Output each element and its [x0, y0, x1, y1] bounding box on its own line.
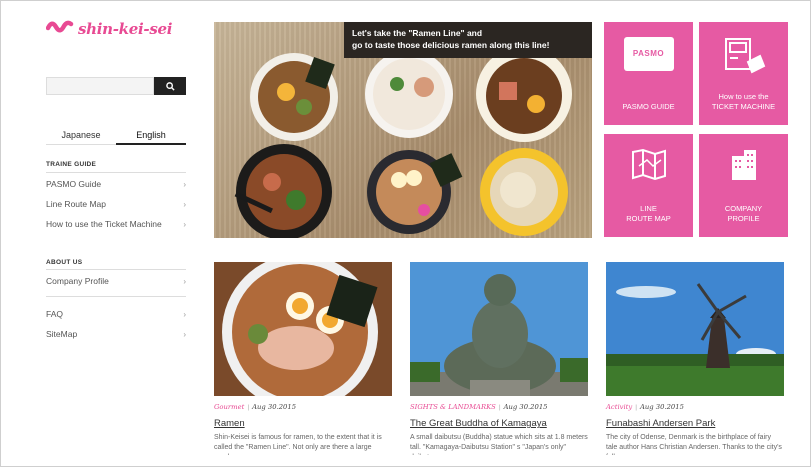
article-excerpt: Shin-Keisei is famous for ramen, to the … [214, 434, 382, 455]
chevron-right-icon: › [183, 329, 186, 339]
sidebar-item-label: Line Route Map [46, 199, 107, 209]
sidebar-item-pasmo-guide[interactable]: PASMO Guide › [46, 174, 186, 194]
article-meta: Gourmet | Aug 30.2015 [214, 403, 392, 411]
article-date: Aug 30.2015 [252, 403, 297, 411]
divider [46, 296, 186, 297]
article-category[interactable]: SIGHTS & LANDMARKS [410, 403, 496, 411]
hero-caption-line1: Let's take the "Ramen Line" and [352, 28, 483, 38]
pasmo-card-icon: PASMO [604, 36, 693, 72]
tile-label-line1: PASMO GUIDE [622, 102, 675, 111]
article-card-andersen-park[interactable]: Activity | Aug 30.2015 Funabashi Andersen … [606, 262, 784, 455]
hero-banner[interactable]: Let's take the "Ramen Line" and go to ta… [214, 22, 592, 238]
hero-caption: Let's take the "Ramen Line" and go to ta… [344, 22, 592, 58]
tile-label: LINE ROUTE MAP [604, 204, 693, 224]
chevron-right-icon: › [183, 179, 186, 189]
tile-label: How to use the TICKET MACHINE [699, 92, 788, 112]
site-logo[interactable]: shin-kei-sei [46, 15, 188, 43]
tile-label: PASMO GUIDE [604, 102, 693, 112]
meta-separator: | [635, 404, 637, 411]
tile-label-line1: COMPANY [724, 204, 763, 213]
andersen-park-photo[interactable] [606, 262, 784, 396]
chevron-right-icon: › [183, 219, 186, 229]
sidebar: shin-kei-sei Japanese English TRAINE GUI… [46, 15, 188, 339]
tile-label-line2: TICKET MACHINE [711, 102, 776, 111]
sidebar-item-sitemap[interactable]: SiteMap › [46, 324, 186, 344]
great-buddha-photo[interactable] [410, 262, 588, 396]
article-title[interactable]: The Great Buddha of Kamagaya [410, 418, 588, 429]
page-frame: shin-kei-sei Japanese English TRAINE GUI… [0, 0, 811, 467]
meta-separator: | [247, 404, 250, 411]
article-excerpt: A small daibutsu (Buddha) statue which s… [410, 434, 588, 455]
sidebar-item-company-profile[interactable]: Company Profile › [46, 271, 186, 291]
about-section-title: ABOUT US [46, 259, 83, 266]
site-name: shin-kei-sei [78, 20, 173, 38]
sidebar-item-line-route-map[interactable]: Line Route Map › [46, 194, 186, 214]
tile-company-profile[interactable]: COMPANY PROFILE [699, 134, 788, 237]
sidebar-item-faq[interactable]: FAQ › [46, 304, 186, 324]
sidebar-item-label: FAQ [46, 309, 64, 319]
pasmo-badge: PASMO [632, 49, 665, 58]
logo-mark-icon [46, 20, 74, 33]
language-switcher: Japanese English [46, 127, 186, 145]
article-card-ramen[interactable]: Gourmet | Aug 30.2015 Ramen Shin-Keisei is… [214, 262, 392, 455]
article-category[interactable]: Gourmet [214, 403, 244, 411]
search-box [46, 77, 186, 95]
article-meta: Activity | Aug 30.2015 [606, 403, 784, 411]
ticket-machine-icon [699, 36, 788, 76]
chevron-right-icon: › [183, 309, 186, 319]
divider [46, 269, 186, 270]
meta-separator: | [498, 404, 501, 411]
guide-section-title: TRAINE GUIDE [46, 161, 97, 168]
article-meta: SIGHTS & LANDMARKS | Aug 30.2015 [410, 403, 588, 411]
divider [46, 172, 186, 173]
chevron-right-icon: › [183, 199, 186, 209]
article-date: Aug 30.2015 [503, 403, 548, 411]
tile-line-route-map[interactable]: LINE ROUTE MAP [604, 134, 693, 237]
article-category[interactable]: Activity [606, 403, 632, 411]
article-title[interactable]: Ramen [214, 418, 392, 429]
building-icon [699, 148, 788, 180]
lang-english[interactable]: English [116, 127, 186, 145]
article-title[interactable]: Funabashi Andersen Park [606, 418, 784, 429]
lang-japanese[interactable]: Japanese [46, 127, 116, 145]
route-map-icon [604, 148, 693, 180]
tile-pasmo-guide[interactable]: PASMO PASMO GUIDE [604, 22, 693, 125]
article-date: Aug 30.2015 [639, 403, 684, 411]
search-icon [165, 81, 175, 91]
tile-label-line1: How to use the [718, 92, 769, 101]
search-input[interactable] [46, 77, 154, 95]
hero-caption-line2: go to taste those delicious ramen along … [352, 40, 550, 50]
search-button[interactable] [154, 77, 186, 95]
tile-label: COMPANY PROFILE [699, 204, 788, 224]
chevron-right-icon: › [183, 276, 186, 286]
tile-ticket-machine[interactable]: How to use the TICKET MACHINE [699, 22, 788, 125]
extra-menu: FAQ › SiteMap › [46, 304, 186, 344]
article-card-great-buddha[interactable]: SIGHTS & LANDMARKS | Aug 30.2015 The Great… [410, 262, 588, 455]
ramen-photo[interactable] [214, 262, 392, 396]
sidebar-item-label: SiteMap [46, 329, 78, 339]
sidebar-item-label: Company Profile [46, 276, 109, 286]
article-excerpt: The city of Odense, Denmark is the birth… [606, 434, 782, 455]
sidebar-item-ticket-machine[interactable]: How to use the Ticket Machine › [46, 214, 186, 234]
guide-menu: PASMO Guide › Line Route Map › How to us… [46, 174, 186, 234]
tile-label-line2: PROFILE [727, 214, 760, 223]
about-menu: Company Profile › [46, 271, 186, 291]
sidebar-item-label: PASMO Guide [46, 179, 102, 189]
tile-label-line2: ROUTE MAP [626, 214, 671, 223]
sidebar-item-label: How to use the Ticket Machine [46, 219, 162, 229]
tile-label-line1: LINE [640, 204, 657, 213]
